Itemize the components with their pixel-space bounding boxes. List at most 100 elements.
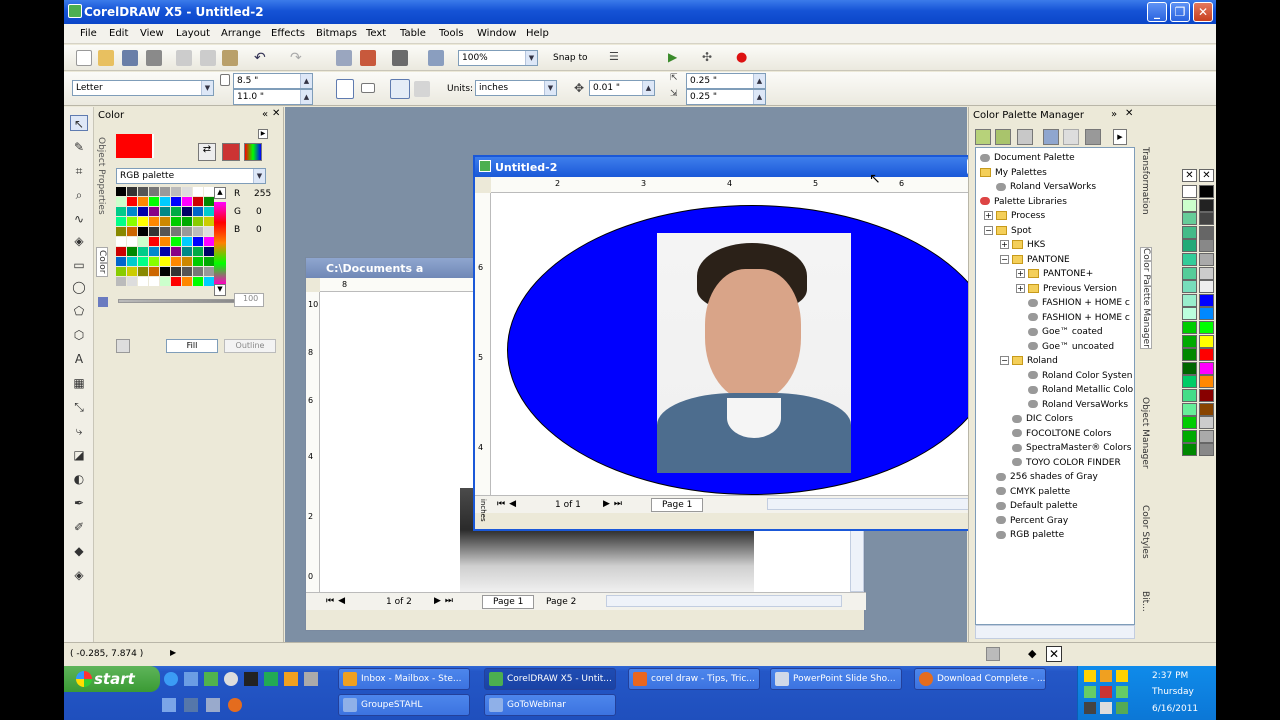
quicklaunch-icon-7[interactable] <box>304 672 318 686</box>
collapse-icon[interactable]: − <box>984 225 993 235</box>
collapse-icon[interactable]: − <box>1000 356 1009 365</box>
color-swatch[interactable] <box>204 217 214 226</box>
quicklaunch-icon-1[interactable] <box>184 672 198 686</box>
color-swatch[interactable] <box>116 217 126 226</box>
pin-icon[interactable]: ✣ <box>702 50 718 66</box>
quicklaunch-icon-2[interactable] <box>204 672 218 686</box>
color-swatch[interactable] <box>149 237 159 246</box>
palette-color-swatch[interactable] <box>1182 321 1197 334</box>
smart-fill-icon[interactable]: ◈ <box>70 233 88 249</box>
tray-icon-network[interactable] <box>1116 702 1128 714</box>
color-swatch[interactable] <box>171 257 181 266</box>
color-swatch[interactable] <box>138 227 148 236</box>
nudge-distance-input[interactable]: 0.01 " ▲ <box>589 80 655 96</box>
taskbar-item-powerpoint[interactable]: PowerPoint Slide Sho... <box>770 668 902 690</box>
palette-tree[interactable]: Document Palette My Palettes Roland VersaW… <box>975 147 1135 625</box>
close-icon[interactable]: ✕ <box>1125 108 1133 119</box>
expand-icon[interactable]: + <box>1016 269 1025 278</box>
menu-arrange[interactable]: Arrange <box>221 28 261 39</box>
horizontal-scrollbar[interactable] <box>606 595 842 607</box>
palette-color-swatch[interactable] <box>1182 212 1197 226</box>
taskbar-item-inbox[interactable]: Inbox - Mailbox - Ste... <box>338 668 470 690</box>
tray-icon-volume[interactable] <box>1100 702 1112 714</box>
print-icon[interactable] <box>146 50 162 66</box>
color-swatch[interactable] <box>171 277 181 286</box>
color-swatch[interactable] <box>138 197 148 206</box>
no-color-swatch[interactable]: ✕ <box>1199 169 1214 182</box>
import-icon[interactable] <box>336 50 352 66</box>
flyout-arrow-icon[interactable]: ▶ <box>1113 129 1127 145</box>
color-swatch[interactable] <box>182 187 192 196</box>
quicklaunch-icon-8[interactable] <box>162 698 176 712</box>
menu-text[interactable]: Text <box>366 28 386 39</box>
color-swatch[interactable] <box>204 247 214 256</box>
color-swatch[interactable] <box>182 207 192 216</box>
paste-icon[interactable] <box>222 50 238 66</box>
color-swatch[interactable] <box>204 277 214 286</box>
tree-item[interactable]: Goe™ coated <box>1028 326 1103 339</box>
palette-color-swatch[interactable] <box>1182 266 1197 280</box>
open-icon[interactable] <box>98 50 114 66</box>
landscape-icon[interactable] <box>361 83 375 93</box>
open-palette-icon[interactable] <box>1043 129 1059 145</box>
color-swatch[interactable] <box>138 217 148 226</box>
tree-horizontal-scrollbar[interactable] <box>975 625 1135 639</box>
tree-item[interactable]: Palette Libraries <box>980 196 1067 209</box>
color-swatch[interactable] <box>182 217 192 226</box>
page-nav-next-buttons[interactable]: ▶⏭ <box>603 499 626 509</box>
tree-item[interactable]: FASHION + HOME c <box>1028 297 1130 310</box>
color-swatch[interactable] <box>182 267 192 276</box>
no-color-swatch[interactable]: ✕ <box>1182 169 1197 182</box>
expand-icon[interactable]: + <box>984 211 993 220</box>
close-button[interactable]: ✕ <box>1193 2 1213 22</box>
palette-from-document-icon[interactable] <box>1017 129 1033 145</box>
color-swatch[interactable] <box>204 227 214 236</box>
palette-color-swatch[interactable] <box>1182 389 1197 402</box>
color-swatch[interactable] <box>138 247 148 256</box>
tree-item[interactable]: DIC Colors <box>1012 413 1073 426</box>
shape-tool-icon[interactable]: ✎ <box>70 139 88 155</box>
color-swatch[interactable] <box>127 237 137 246</box>
fill-tool-icon[interactable]: ◆ <box>70 543 88 559</box>
palette-color-swatch[interactable] <box>1199 239 1214 253</box>
duplicate-distance-y-input[interactable]: 0.25 " ▲ <box>686 89 766 105</box>
palette-color-swatch[interactable] <box>1182 416 1197 430</box>
tree-item[interactable]: + Previous Version <box>1016 283 1117 296</box>
tree-item[interactable]: My Palettes <box>980 167 1047 180</box>
rgb-swatch-grid[interactable] <box>116 187 216 287</box>
polygon-tool-icon[interactable]: ⬠ <box>70 303 88 319</box>
color-swatch[interactable] <box>193 277 203 286</box>
color-swatch[interactable] <box>193 257 203 266</box>
color-swatch[interactable] <box>138 257 148 266</box>
color-swatch[interactable] <box>116 237 126 246</box>
color-swatch[interactable] <box>127 247 137 256</box>
palette-color-swatch[interactable] <box>1182 185 1197 198</box>
palette-color-swatch[interactable] <box>1199 375 1214 389</box>
basic-shapes-icon[interactable]: ⬡ <box>70 327 88 343</box>
color-swatch[interactable] <box>149 207 159 216</box>
color-swatch[interactable] <box>193 207 203 216</box>
maximize-button[interactable]: ❐ <box>1170 2 1190 22</box>
palette-color-swatch[interactable] <box>1182 361 1197 375</box>
blue-value[interactable]: 0 <box>256 225 262 235</box>
color-swatch[interactable] <box>204 197 214 206</box>
zoom-tool-icon[interactable]: ⌕ <box>70 187 88 203</box>
color-swatch[interactable] <box>127 187 137 196</box>
page-tab-2[interactable]: Page 2 <box>538 596 584 608</box>
color-swatch[interactable] <box>171 207 181 216</box>
tree-item[interactable]: FASHION + HOME c <box>1028 312 1130 325</box>
palette-color-swatch[interactable] <box>1199 348 1214 362</box>
palette-color-swatch[interactable] <box>1199 361 1214 375</box>
ellipse-tool-icon[interactable]: ◯ <box>70 279 88 295</box>
color-swatch[interactable] <box>204 187 214 196</box>
color-swatch[interactable] <box>171 247 181 256</box>
tree-item[interactable]: TOYO COLOR FINDER <box>1012 457 1121 470</box>
menu-table[interactable]: Table <box>400 28 426 39</box>
color-model-select[interactable]: RGB palette ▼ <box>116 168 266 184</box>
taskbar-item-gotowebinar[interactable]: GoToWebinar <box>484 694 616 716</box>
color-swatch[interactable] <box>160 227 170 236</box>
menu-file[interactable]: File <box>80 28 97 39</box>
color-swatch[interactable] <box>149 267 159 276</box>
palette-color-swatch[interactable] <box>1182 307 1197 321</box>
tree-item[interactable]: Roland Metallic Colo <box>1028 384 1133 397</box>
